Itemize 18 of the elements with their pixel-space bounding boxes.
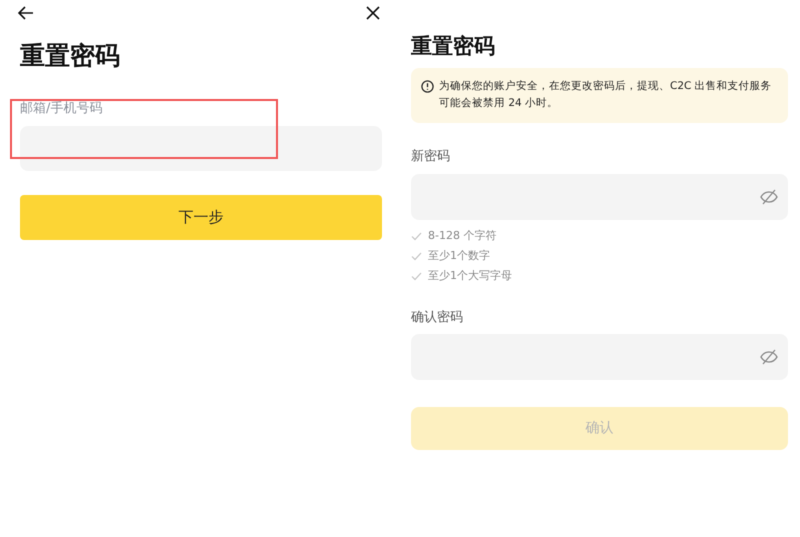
page-title: 重置密码 (20, 40, 121, 72)
back-arrow-icon[interactable] (18, 6, 34, 20)
eye-hidden-icon[interactable] (760, 189, 778, 205)
notice-text: 为确保您的账户安全，在您更改密码后，提现、C2C 出售和支付服务可能会被禁用 24 小时。 (439, 79, 773, 111)
page-title: 重置密码 (411, 33, 496, 60)
input-field[interactable] (20, 126, 382, 171)
eye-hidden-icon[interactable] (760, 349, 778, 365)
rule-text: 8-128 个字符 (428, 228, 496, 244)
password-field[interactable] (411, 174, 788, 220)
field-label: 邮箱/手机号码 (20, 100, 104, 118)
field-label: 新密码 (411, 148, 451, 166)
next-button[interactable]: 下一步 (20, 195, 382, 240)
close-icon[interactable] (366, 6, 380, 20)
field-label: 确认密码 (411, 309, 464, 327)
rule-text: 至少1个数字 (428, 248, 490, 264)
password-field[interactable] (411, 334, 788, 380)
info-icon (421, 80, 434, 93)
rule-text: 至少1个大写字母 (428, 268, 512, 284)
